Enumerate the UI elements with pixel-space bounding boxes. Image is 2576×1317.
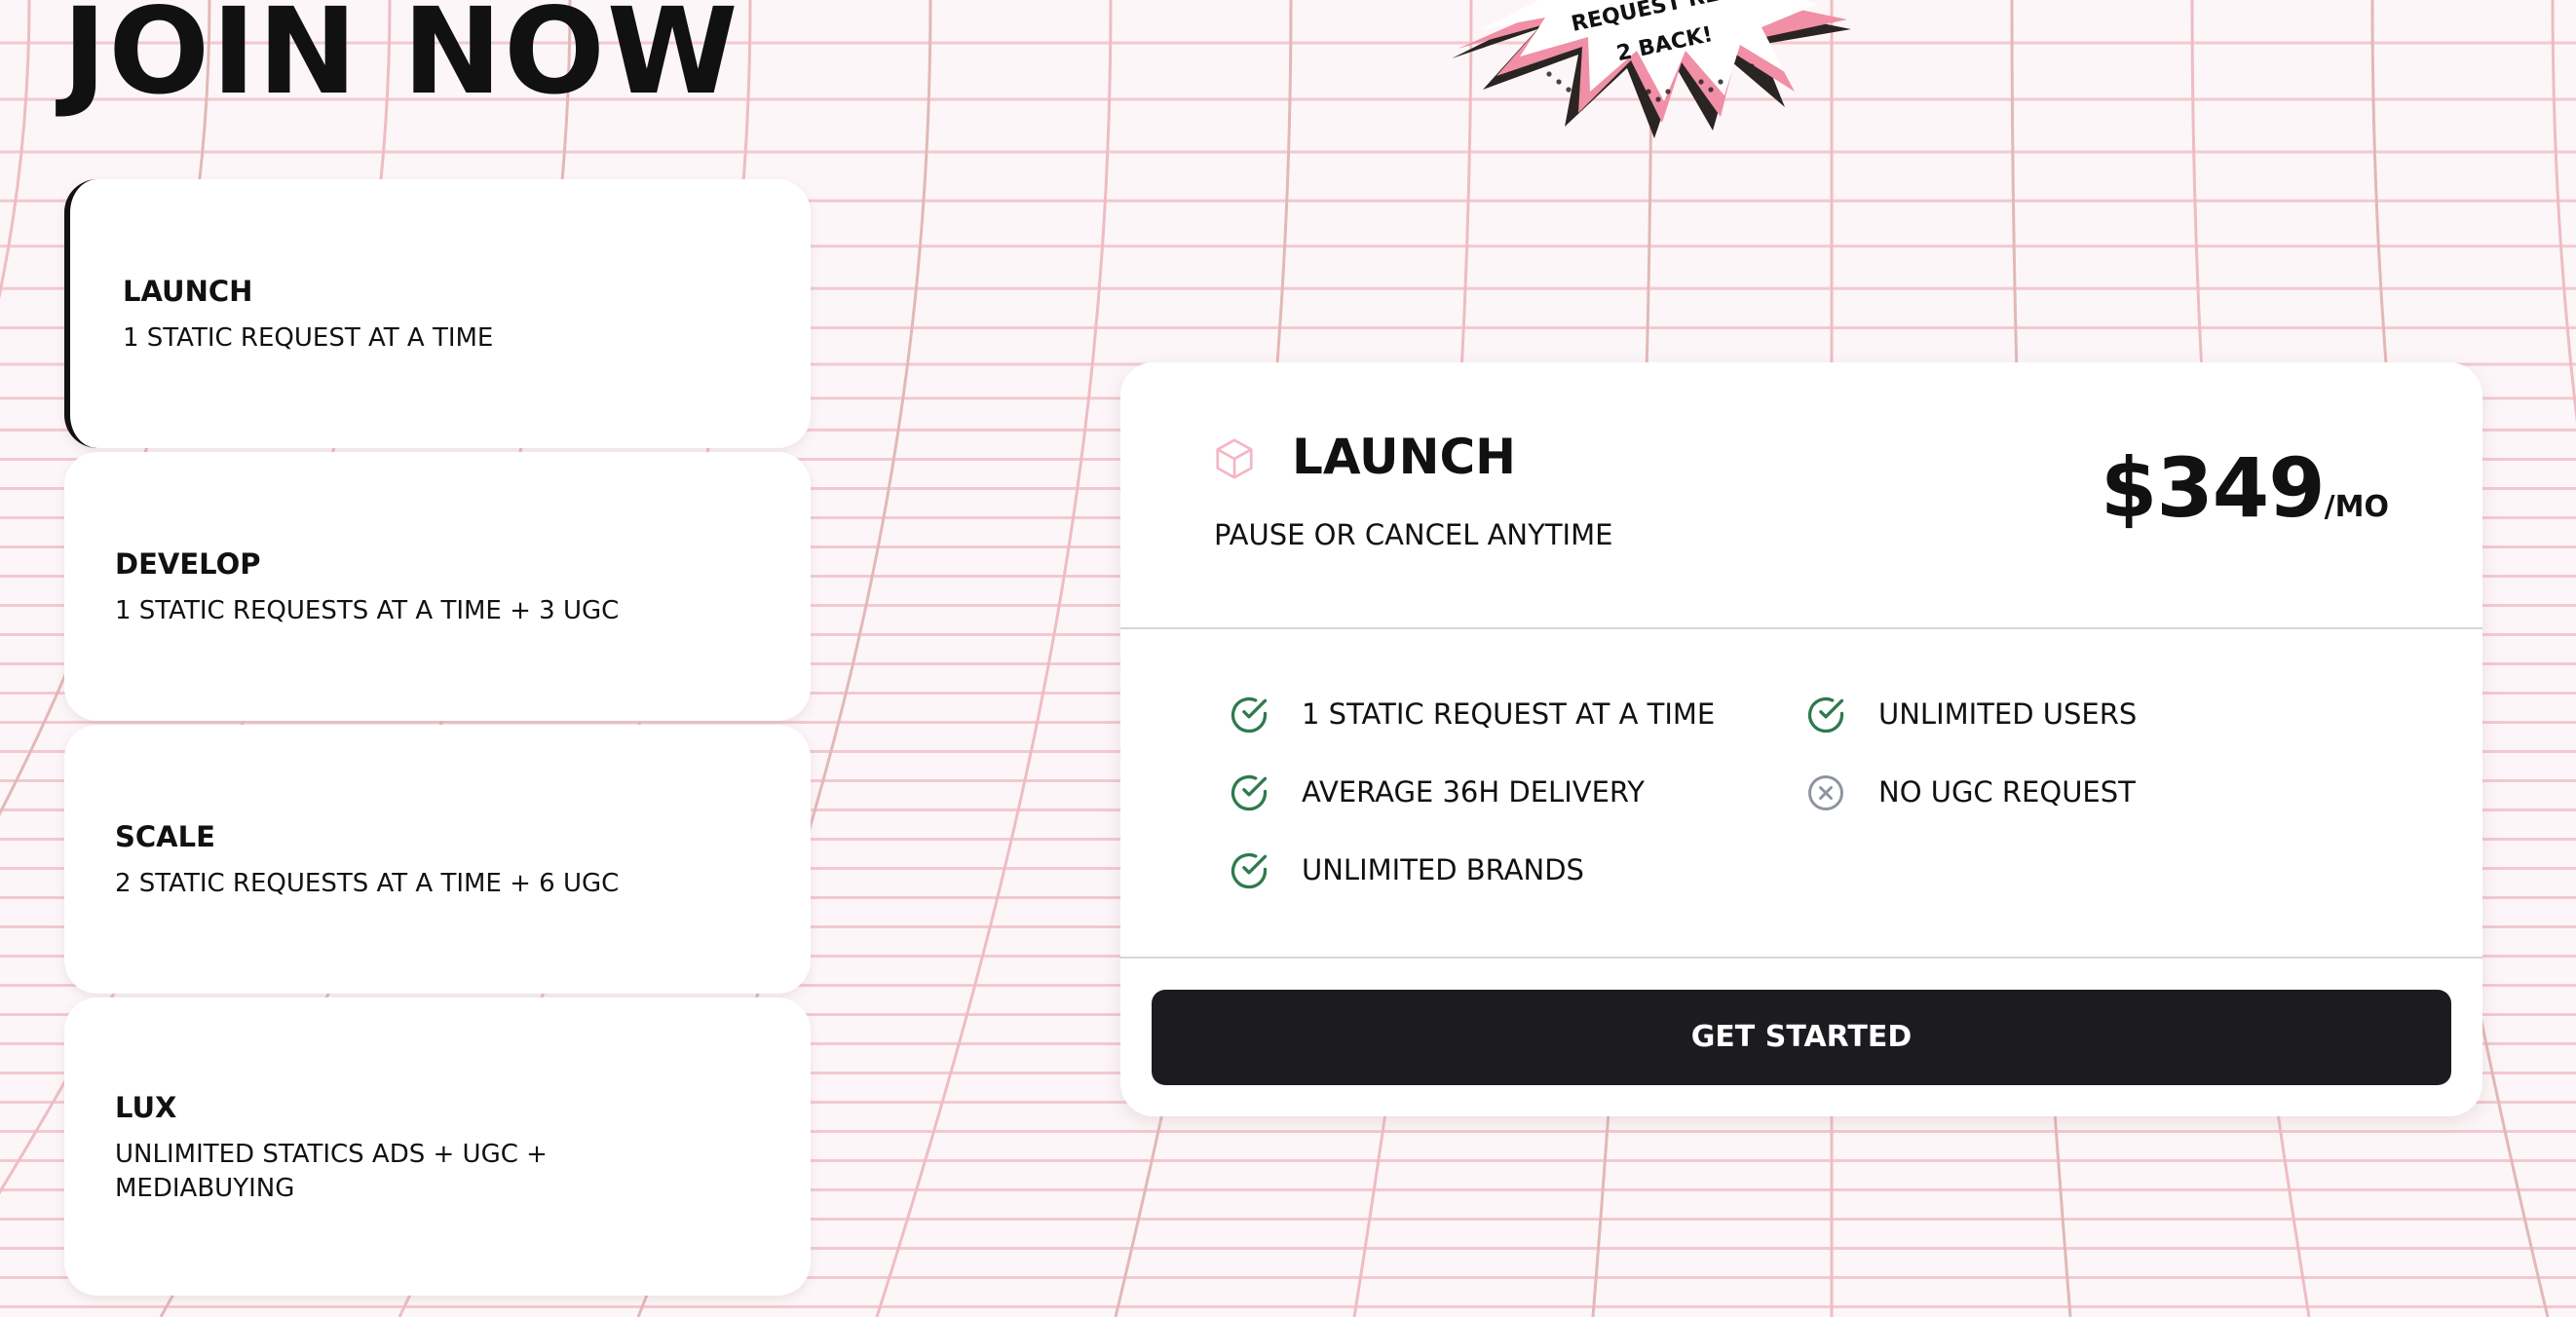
feature-item: NO UGC REQUEST [1878,775,2136,809]
plan-description: 1 STATIC REQUEST AT A TIME [123,323,494,353]
cube-icon [1216,438,1253,479]
divider [1120,957,2482,959]
feature-item: AVERAGE 36H DELIVERY [1302,775,1645,809]
feature-item: UNLIMITED USERS [1878,697,2138,731]
plan-name: LUX [115,1091,177,1124]
plan-detail-title: LAUNCH [1292,429,1517,485]
check-circle-icon [1231,852,1268,889]
plan-option-launch[interactable]: LAUNCH 1 STATIC REQUEST AT A TIME [64,179,811,448]
divider [1120,627,2482,629]
plan-option-scale[interactable]: SCALE 2 STATIC REQUESTS AT A TIME + 6 UG… [64,725,811,994]
feature-item: UNLIMITED BRANDS [1302,853,1584,886]
plan-name: DEVELOP [115,547,261,581]
starburst-shape [1452,0,1851,138]
plan-name: LAUNCH [123,275,253,308]
plan-option-lux[interactable]: LUX UNLIMITED STATICS ADS + UGC + MEDIAB… [64,997,811,1296]
starburst-badge: REQUEST RE 2 BACK! [1452,0,1851,138]
plan-option-develop[interactable]: DEVELOP 1 STATIC REQUESTS AT A TIME + 3 … [64,452,811,721]
check-circle-icon [1231,774,1268,811]
check-circle-icon [1807,696,1844,734]
plan-name: SCALE [115,820,215,853]
plan-description: UNLIMITED STATICS ADS + UGC + MEDIABUYIN… [115,1140,548,1204]
price: $349/MO [2101,440,2389,536]
feature-item: 1 STATIC REQUEST AT A TIME [1302,697,1716,731]
get-started-button[interactable]: GET STARTED [1152,990,2451,1085]
plan-description: 2 STATIC REQUESTS AT A TIME + 6 UGC [115,869,620,898]
plan-description: 1 STATIC REQUESTS AT A TIME + 3 UGC [115,596,620,625]
plan-detail-card: LAUNCH PAUSE OR CANCEL ANYTIME $349/MO 1… [1120,362,2482,1116]
price-period: /MO [2324,490,2389,524]
plan-detail-subtitle: PAUSE OR CANCEL ANYTIME [1214,518,1613,551]
check-circle-icon [1231,696,1268,734]
price-amount: $349 [2100,440,2326,536]
x-circle-icon [1808,775,1843,810]
page-title: JOIN NOW [62,0,740,121]
